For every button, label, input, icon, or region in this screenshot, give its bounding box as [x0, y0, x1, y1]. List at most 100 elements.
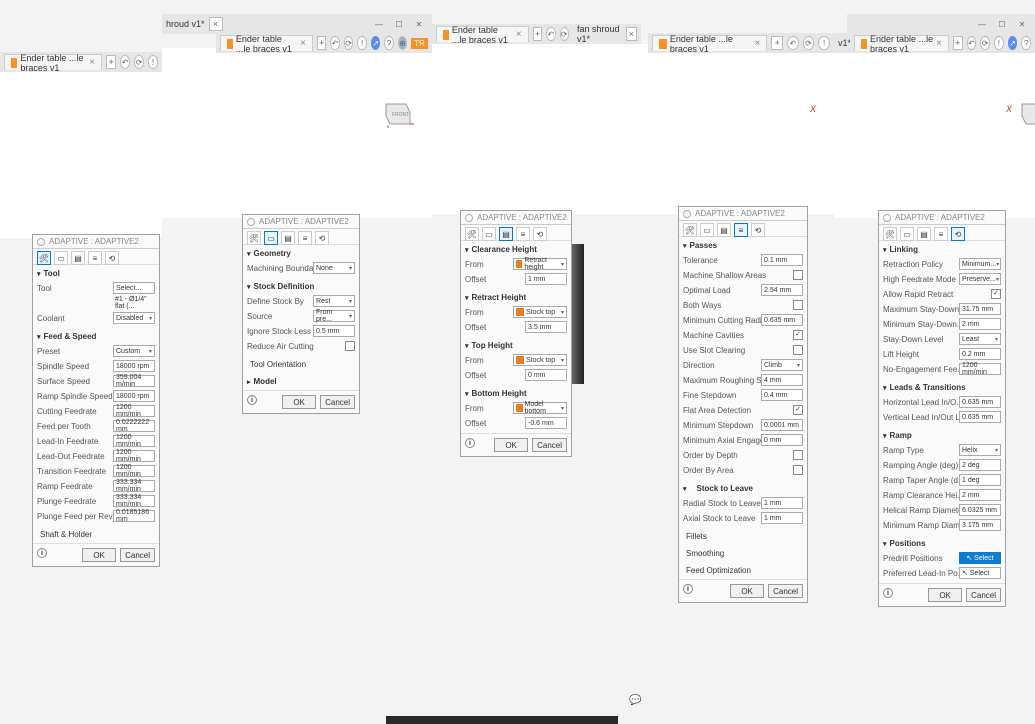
- chat-icon[interactable]: 💬: [629, 695, 641, 706]
- section-smoothing[interactable]: Smoothing: [683, 547, 803, 560]
- section-ramp[interactable]: ▾Ramp: [883, 429, 1001, 442]
- document-tab[interactable]: Ender table ...le braces v1×: [220, 35, 313, 51]
- ok-button[interactable]: OK: [82, 548, 116, 562]
- input-field[interactable]: 0.635 mm: [959, 411, 1001, 423]
- tab-geometry-icon[interactable]: ▭: [700, 223, 714, 237]
- input-field[interactable]: 0.635 mm: [761, 314, 803, 326]
- share-icon[interactable]: ↗: [371, 36, 380, 50]
- tab-linking-icon[interactable]: ⟲: [951, 227, 965, 241]
- close-icon[interactable]: ×: [300, 38, 306, 49]
- dropdown-field[interactable]: Retract height: [513, 258, 567, 270]
- checkbox[interactable]: [793, 450, 803, 460]
- checkbox[interactable]: [793, 345, 803, 355]
- section-tool[interactable]: ▾Tool: [37, 267, 155, 280]
- input-field[interactable]: 6.0325 mm: [959, 504, 1001, 516]
- input-field[interactable]: 3.5 mm: [525, 321, 567, 333]
- input-field[interactable]: 0.0222222 mm: [113, 420, 155, 432]
- input-field[interactable]: 1 mm: [761, 512, 803, 524]
- input-field[interactable]: 18000 rpm: [113, 390, 155, 402]
- dropdown-field[interactable]: Least: [959, 333, 1001, 345]
- close-icon[interactable]: ×: [209, 17, 223, 31]
- panel-header[interactable]: ADAPTIVE : ADAPTIVE2: [679, 207, 807, 221]
- window-controls[interactable]: —☐✕: [370, 17, 428, 31]
- ok-button[interactable]: OK: [282, 395, 316, 409]
- section-feed-speed[interactable]: ▾Feed & Speed: [37, 330, 155, 343]
- undo-icon[interactable]: ↶: [120, 55, 130, 69]
- tab-passes-icon[interactable]: ≡: [934, 227, 948, 241]
- tab-geometry-icon[interactable]: ▭: [482, 227, 496, 241]
- coolant-dropdown[interactable]: Disabled: [113, 312, 155, 324]
- panel-header[interactable]: ADAPTIVE : ADAPTIVE2: [461, 211, 571, 225]
- dropdown-field[interactable]: Stock top: [513, 354, 567, 366]
- dropdown-field[interactable]: Preserve...: [959, 273, 1001, 285]
- info-icon[interactable]: i: [37, 548, 47, 558]
- new-tab[interactable]: +: [771, 36, 783, 50]
- new-tab[interactable]: +: [106, 55, 116, 69]
- section-geometry[interactable]: ▾Geometry: [247, 247, 355, 260]
- document-tab[interactable]: Ender table ...le braces v1×: [854, 35, 949, 51]
- tab-linking-icon[interactable]: ⟲: [315, 231, 329, 245]
- checkbox[interactable]: [793, 270, 803, 280]
- section-model[interactable]: ▸Model: [247, 375, 355, 388]
- redo-icon[interactable]: ⟳: [560, 27, 569, 41]
- close-icon[interactable]: ×: [516, 29, 522, 40]
- input-field[interactable]: 1 mm: [525, 273, 567, 285]
- ok-button[interactable]: OK: [730, 584, 764, 598]
- input-field[interactable]: 2 mm: [959, 318, 1001, 330]
- tab-passes-icon[interactable]: ≡: [298, 231, 312, 245]
- tab-linking-icon[interactable]: ⟲: [533, 227, 547, 241]
- tab-geometry-icon[interactable]: ▭: [264, 231, 278, 245]
- close-icon[interactable]: ×: [936, 38, 942, 49]
- input-field[interactable]: 333.334 mm/min: [113, 495, 155, 507]
- ext-icon[interactable]: ⊕: [398, 36, 407, 50]
- tab-tool-icon[interactable]: 🛠: [37, 251, 51, 265]
- document-tab[interactable]: Ender table ...le braces v1×: [436, 26, 529, 42]
- dropdown-field[interactable]: Helix: [959, 444, 1001, 456]
- section-passes[interactable]: ▾Passes: [683, 239, 803, 252]
- section-stock-leave[interactable]: ▾Stock to Leave: [683, 482, 803, 495]
- tab-heights-icon[interactable]: ▤: [717, 223, 731, 237]
- cancel-button[interactable]: Cancel: [966, 588, 1001, 602]
- section-retract[interactable]: ▾Retract Height: [465, 291, 567, 304]
- section-leads[interactable]: ▾Leads & Transitions: [883, 381, 1001, 394]
- panel-header[interactable]: ADAPTIVE : ADAPTIVE2: [243, 215, 359, 229]
- checkbox[interactable]: [793, 300, 803, 310]
- new-tab[interactable]: +: [317, 36, 326, 50]
- select-button[interactable]: ↖ Select: [959, 567, 1001, 579]
- checkbox[interactable]: [345, 341, 355, 351]
- tab-tool-icon[interactable]: 🛠: [883, 227, 897, 241]
- window-controls[interactable]: —☐✕: [973, 17, 1031, 31]
- input-field[interactable]: 1 deg: [959, 474, 1001, 486]
- document-tab[interactable]: Ender table ...le braces v1×: [652, 35, 767, 51]
- ok-button[interactable]: OK: [928, 588, 962, 602]
- checkbox[interactable]: [793, 330, 803, 340]
- panel-header[interactable]: ADAPTIVE : ADAPTIVE2: [879, 211, 1005, 225]
- input-field[interactable]: 1 mm: [761, 497, 803, 509]
- tab-linking-icon[interactable]: ⟲: [751, 223, 765, 237]
- input-field[interactable]: 2 deg: [959, 459, 1001, 471]
- input-field[interactable]: 1200 mm/min: [113, 465, 155, 477]
- dropdown-field[interactable]: None: [313, 262, 355, 274]
- dropdown-field[interactable]: Custom: [113, 345, 155, 357]
- checkbox[interactable]: [991, 289, 1001, 299]
- document-tab[interactable]: Ender table ...le braces v1×: [4, 54, 102, 70]
- redo-icon[interactable]: ⟳: [803, 36, 815, 50]
- input-field[interactable]: 1200 mm/min: [113, 405, 155, 417]
- checkbox[interactable]: [793, 405, 803, 415]
- new-tab[interactable]: +: [953, 36, 963, 50]
- tab-heights-icon[interactable]: ▤: [71, 251, 85, 265]
- input-field[interactable]: 2 mm: [959, 489, 1001, 501]
- section-bottom[interactable]: ▾Bottom Height: [465, 387, 567, 400]
- input-field[interactable]: 2.54 mm: [761, 284, 803, 296]
- dropdown-field[interactable]: Minimum...: [959, 258, 1001, 270]
- tab-geometry-icon[interactable]: ▭: [900, 227, 914, 241]
- undo-icon[interactable]: ↶: [787, 36, 799, 50]
- tab-linking-icon[interactable]: ⟲: [105, 251, 119, 265]
- close-icon[interactable]: ×: [755, 38, 761, 49]
- section-stock-def[interactable]: ▾Stock Definition: [247, 280, 355, 293]
- help-icon[interactable]: ?: [1021, 36, 1031, 50]
- input-field[interactable]: 0.635 mm: [959, 396, 1001, 408]
- section-top[interactable]: ▾Top Height: [465, 339, 567, 352]
- input-field[interactable]: 359.004 m/min: [113, 375, 155, 387]
- section-fillets[interactable]: Fillets: [683, 530, 803, 543]
